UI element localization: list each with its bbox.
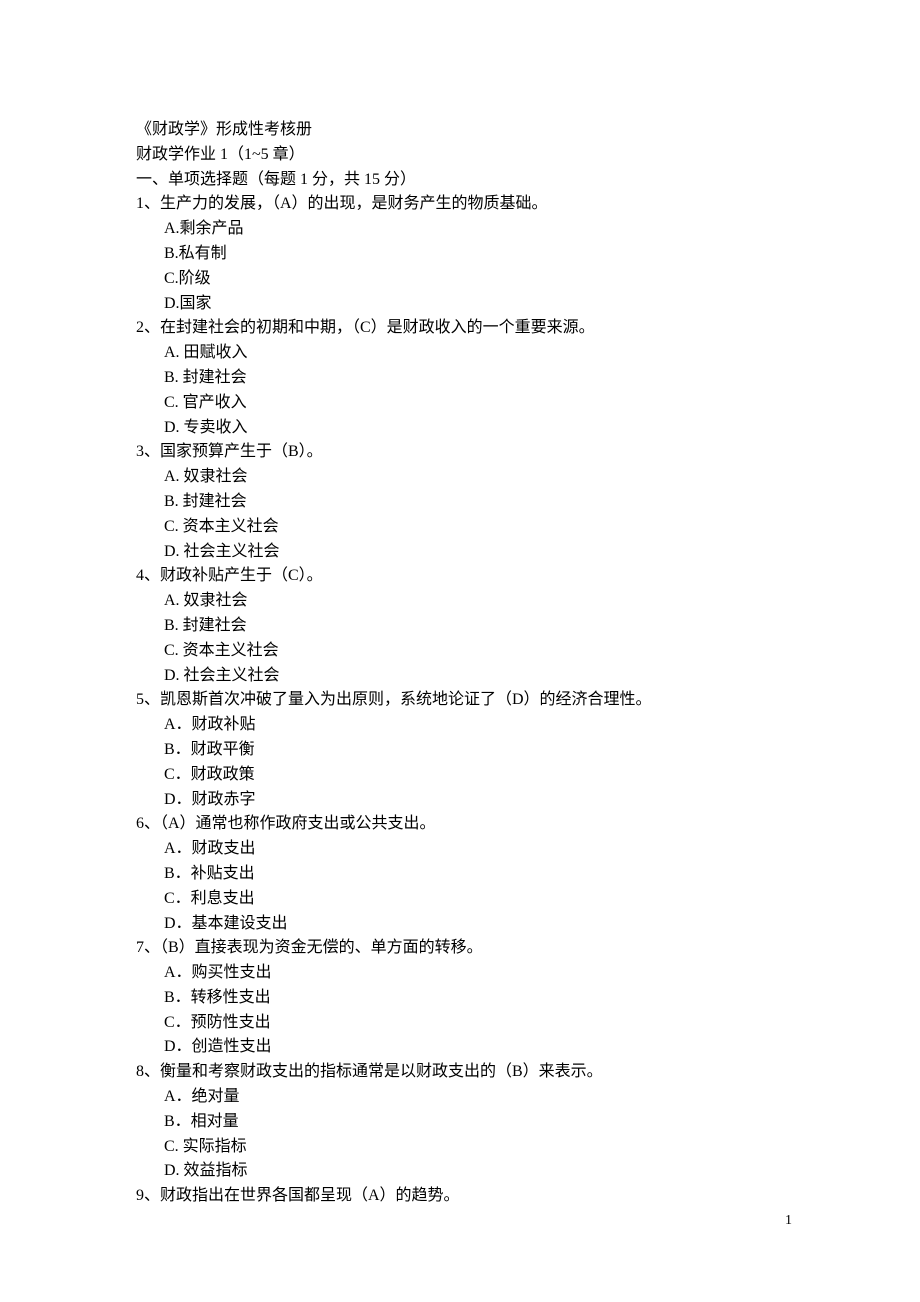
question-option: D. 社会主义社会 (136, 664, 800, 689)
question-option: D. 效益指标 (136, 1159, 800, 1184)
question-option: D.国家 (136, 292, 800, 317)
question-stem: 5、凯恩斯首次冲破了量入为出原则，系统地论证了（D）的经济合理性。 (136, 688, 800, 713)
question-option: D. 专卖收入 (136, 416, 800, 441)
page-number: 1 (785, 1210, 792, 1232)
question-option: B. 封建社会 (136, 490, 800, 515)
question-option: A. 奴隶社会 (136, 589, 800, 614)
question-option: D．财政赤字 (136, 788, 800, 813)
question-option: A.剩余产品 (136, 217, 800, 242)
question-option: C．利息支出 (136, 887, 800, 912)
question-option: B．相对量 (136, 1110, 800, 1135)
question-stem: 4、财政补贴产生于（C）。 (136, 564, 800, 589)
question-option: C. 资本主义社会 (136, 639, 800, 664)
question-option: D．基本建设支出 (136, 912, 800, 937)
question-stem: 8、衡量和考察财政支出的指标通常是以财政支出的（B）来表示。 (136, 1060, 800, 1085)
question-option: B. 封建社会 (136, 614, 800, 639)
question-option: C．财政政策 (136, 763, 800, 788)
assignment-title: 财政学作业 1（1~5 章） (136, 143, 800, 168)
question-option: B. 封建社会 (136, 366, 800, 391)
question-option: C. 实际指标 (136, 1135, 800, 1160)
question-option: C．预防性支出 (136, 1011, 800, 1036)
question-option: A．购买性支出 (136, 961, 800, 986)
question-stem: 1、生产力的发展，（A）的出现，是财务产生的物质基础。 (136, 192, 800, 217)
question-stem: 6、（A）通常也称作政府支出或公共支出。 (136, 812, 800, 837)
section-title: 一、单项选择题（每题 1 分，共 15 分） (136, 168, 800, 193)
question-stem: 3、国家预算产生于（B）。 (136, 440, 800, 465)
question-option: C.阶级 (136, 267, 800, 292)
question-option: C. 官产收入 (136, 391, 800, 416)
question-option: D．创造性支出 (136, 1035, 800, 1060)
question-option: C. 资本主义社会 (136, 515, 800, 540)
question-stem: 7、（B）直接表现为资金无偿的、单方面的转移。 (136, 936, 800, 961)
question-option: A．财政补贴 (136, 713, 800, 738)
question-option: A．财政支出 (136, 837, 800, 862)
question-option: B.私有制 (136, 242, 800, 267)
doc-title: 《财政学》形成性考核册 (136, 118, 800, 143)
question-option: B．财政平衡 (136, 738, 800, 763)
question-option: D. 社会主义社会 (136, 540, 800, 565)
question-option: A. 奴隶社会 (136, 465, 800, 490)
question-option: A．绝对量 (136, 1085, 800, 1110)
question-option: B．转移性支出 (136, 986, 800, 1011)
question-stem: 9、财政指出在世界各国都呈现（A）的趋势。 (136, 1184, 800, 1209)
question-stem: 2、在封建社会的初期和中期，（C）是财政收入的一个重要来源。 (136, 316, 800, 341)
question-option: B．补贴支出 (136, 862, 800, 887)
question-option: A. 田赋收入 (136, 341, 800, 366)
